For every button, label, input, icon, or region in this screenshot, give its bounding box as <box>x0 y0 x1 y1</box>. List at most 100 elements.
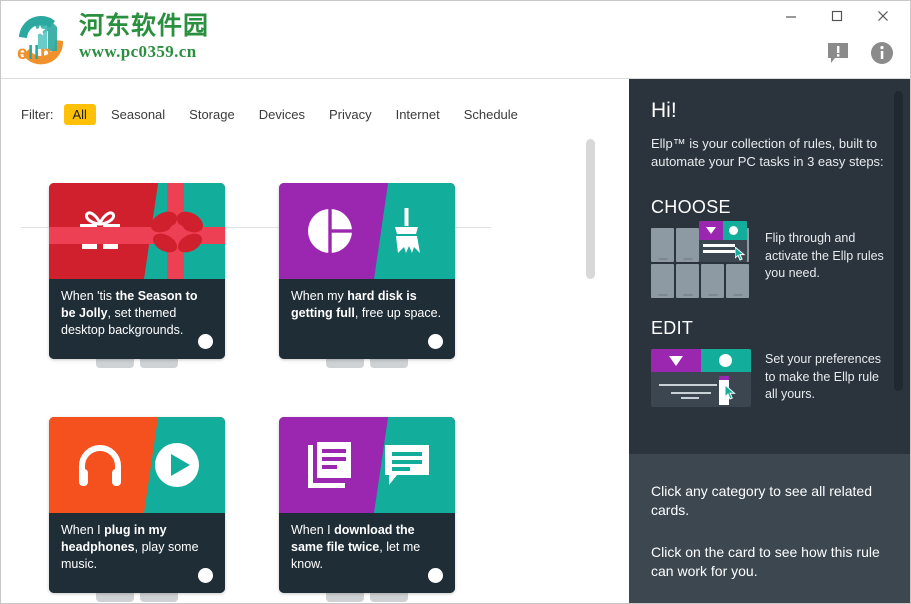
card-toggle-dot[interactable] <box>198 568 213 583</box>
card-body-seasonal[interactable]: When 'tis the Season to be Jolly, set th… <box>49 183 225 359</box>
watermark-brand: 河东软件园 www.pc0359.cn <box>79 7 209 62</box>
step-title-edit: EDIT <box>651 318 694 339</box>
sidebar-steps-section: Hi! Ellp™ is your collection of rules, b… <box>629 79 910 454</box>
slider-line <box>681 397 699 400</box>
step-title-choose: CHOOSE <box>651 197 731 218</box>
main-scroll-thumb[interactable] <box>586 139 595 279</box>
card-seasonal-backgrounds[interactable]: When 'tis the Season to be Jolly, set th… <box>49 183 225 368</box>
card-body-duplicate[interactable]: When I download the same file twice, let… <box>279 417 455 593</box>
maximize-button[interactable] <box>814 1 860 31</box>
hint-category: Click any category to see all related ca… <box>651 483 872 519</box>
sidebar-hints-section: Click any category to see all related ca… <box>629 454 910 603</box>
mini-text-line <box>703 244 735 248</box>
svg-text:l: l <box>34 43 39 64</box>
ribbon-bow-icon <box>145 207 207 259</box>
mini-card <box>651 228 674 263</box>
filter-item-internet[interactable]: Internet <box>387 104 449 125</box>
site-url: www.pc0359.cn <box>79 42 197 62</box>
brand-logo: e l l p 河东软件园 www.pc0359.cn <box>9 7 209 71</box>
svg-text:l: l <box>28 43 33 64</box>
mini-card <box>651 264 674 299</box>
triangle-icon <box>706 227 716 235</box>
card-artwork <box>279 183 455 279</box>
filter-label: Filter: <box>21 106 54 122</box>
filter-item-storage[interactable]: Storage <box>180 104 244 125</box>
filter-item-devices[interactable]: Devices <box>250 104 314 125</box>
cursor-icon <box>724 384 738 401</box>
hint-card: Click on the card to see how this rule c… <box>651 543 880 579</box>
card-text-pre: When I <box>61 523 105 537</box>
ellp-logo-icon: e l l p <box>9 7 73 71</box>
close-button[interactable] <box>860 1 906 31</box>
card-text-pre: When 'tis <box>61 289 116 303</box>
filter-item-privacy[interactable]: Privacy <box>320 104 381 125</box>
card-text-area: When I plug in my headphones, play some … <box>49 513 225 593</box>
card-description: When my hard disk is getting full, free … <box>291 288 443 322</box>
slider-handle-cap <box>719 376 729 381</box>
card-toggle-dot[interactable] <box>428 568 443 583</box>
title-bar: e l l p 河东软件园 www.pc0359.cn <box>1 1 910 79</box>
minimize-button[interactable] <box>768 1 814 31</box>
card-description: When I plug in my headphones, play some … <box>61 522 213 573</box>
sidebar-scroll-thumb[interactable] <box>894 91 903 391</box>
step-desc-edit: Set your preferences to make the Ellp ru… <box>765 352 882 401</box>
cards-grid: When 'tis the Season to be Jolly, set th… <box>1 183 631 603</box>
filter-item-seasonal[interactable]: Seasonal <box>102 104 174 125</box>
mini-card <box>726 264 749 299</box>
card-text-area: When I download the same file twice, let… <box>279 513 455 593</box>
info-icon[interactable] <box>868 39 896 67</box>
step-row-edit: Set your preferences to make the Ellp ru… <box>651 349 886 408</box>
card-toggle-dot[interactable] <box>428 334 443 349</box>
site-name-cn: 河东软件园 <box>79 11 210 40</box>
feedback-icon[interactable] <box>824 39 852 67</box>
mini-card <box>676 228 699 263</box>
card-duplicate-download[interactable]: When I download the same file twice, let… <box>279 417 455 602</box>
triangle-icon <box>669 356 683 367</box>
window-controls <box>768 1 906 31</box>
card-toggle-dot[interactable] <box>198 334 213 349</box>
card-row: When 'tis the Season to be Jolly, set th… <box>49 183 631 368</box>
card-text-pre: When my <box>291 289 348 303</box>
mini-card-highlighted <box>699 221 747 263</box>
sidebar-intro: Ellp™ is your collection of rules, built… <box>651 136 884 170</box>
card-description: When 'tis the Season to be Jolly, set th… <box>61 288 213 339</box>
card-text-area: When 'tis the Season to be Jolly, set th… <box>49 279 225 359</box>
broom-icon <box>381 205 433 257</box>
mini-card <box>676 264 699 299</box>
speech-bubble-icon <box>381 439 433 491</box>
card-artwork <box>49 417 225 513</box>
mini-text-line <box>703 250 735 254</box>
card-settings-illustration <box>651 349 751 408</box>
play-circle-icon <box>151 439 203 491</box>
help-sidebar: Hi! Ellp™ is your collection of rules, b… <box>629 79 910 603</box>
main-panel: Filter: All Seasonal Storage Devices Pri… <box>1 79 631 603</box>
step-desc-choose: Flip through and activate the Ellp rules… <box>765 231 884 280</box>
mini-card <box>701 264 724 299</box>
card-text-post: , free up space. <box>354 305 442 320</box>
disk-usage-pie-icon <box>304 205 356 257</box>
card-text-area: When my hard disk is getting full, free … <box>279 279 455 359</box>
filter-bar: Filter: All Seasonal Storage Devices Pri… <box>21 93 615 135</box>
card-grid-illustration <box>651 221 751 299</box>
svg-text:p: p <box>40 43 52 64</box>
copy-documents-icon <box>304 439 356 491</box>
card-body-harddisk[interactable]: When my hard disk is getting full, free … <box>279 183 455 359</box>
card-text-pre: When I <box>291 523 335 537</box>
card-hard-disk-cleanup[interactable]: When my hard disk is getting full, free … <box>279 183 455 368</box>
app-window: e l l p 河东软件园 www.pc0359.cn Filter: All … <box>0 0 911 604</box>
sidebar-greeting: Hi! <box>651 99 677 122</box>
card-description: When I download the same file twice, let… <box>291 522 443 573</box>
card-body-headphones[interactable]: When I plug in my headphones, play some … <box>49 417 225 593</box>
filter-item-all[interactable]: All <box>63 103 96 125</box>
step-row-choose: Flip through and activate the Ellp rules… <box>651 221 886 299</box>
main-scrollbar-track[interactable] <box>586 139 613 593</box>
headphones-icon <box>74 439 126 491</box>
svg-text:e: e <box>17 43 28 64</box>
titlebar-actions <box>824 39 896 67</box>
card-headphones-music[interactable]: When I plug in my headphones, play some … <box>49 417 225 602</box>
filter-item-schedule[interactable]: Schedule <box>455 104 527 125</box>
slider-line <box>659 384 717 387</box>
cursor-icon <box>734 246 747 262</box>
card-artwork <box>279 417 455 513</box>
card-row: When I plug in my headphones, play some … <box>49 417 631 602</box>
